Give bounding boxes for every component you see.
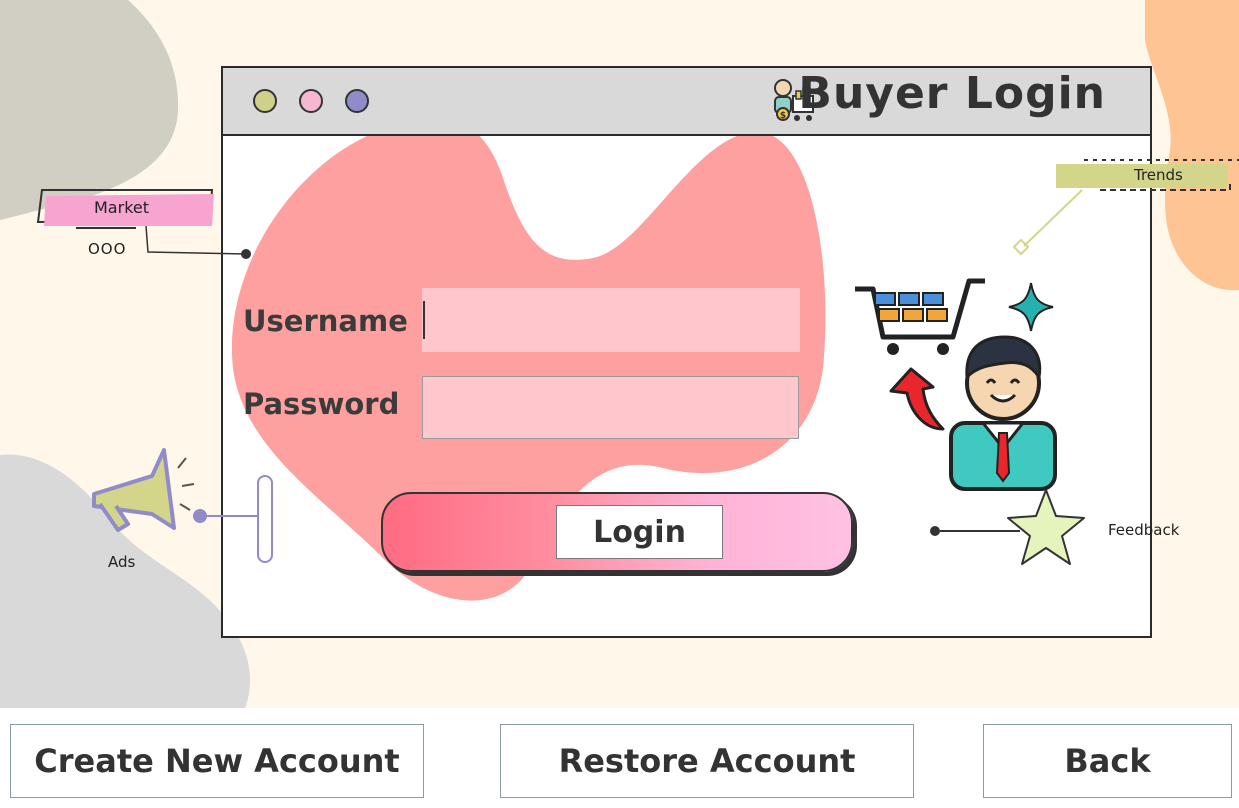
market-dots: OOO [88, 240, 127, 258]
restore-account-button[interactable]: Restore Account [500, 724, 914, 798]
feedback-label: Feedback [1108, 521, 1180, 539]
up-arrow-icon [889, 367, 945, 431]
trends-tag-label: Trends [1134, 166, 1183, 184]
create-new-account-button[interactable]: Create New Account [10, 724, 424, 798]
shopping-cart-icon [855, 278, 985, 355]
text-caret [423, 301, 425, 339]
sparkle-icon [1008, 282, 1054, 332]
ads-label: Ads [108, 553, 136, 571]
shopper-avatar-icon [949, 335, 1057, 491]
username-input[interactable] [422, 288, 800, 352]
login-button[interactable]: Login [556, 505, 723, 559]
window-dot-pink [299, 89, 323, 113]
window-dot-purple [345, 89, 369, 113]
password-label: Password [243, 387, 400, 421]
window-dot-yellow [253, 89, 277, 113]
back-button[interactable]: Back [983, 724, 1232, 798]
svg-text:$: $ [780, 111, 786, 121]
star-icon [930, 489, 1085, 565]
megaphone-icon [92, 448, 273, 563]
shopper-illustration [855, 278, 1057, 491]
market-tag-label: Market [94, 198, 149, 217]
window-title: Buyer Login [798, 68, 1106, 119]
title-bar: $ Buyer Login [223, 68, 1150, 136]
password-input[interactable] [422, 376, 799, 439]
trends-tag-decor [1012, 159, 1239, 256]
username-label: Username [243, 304, 408, 338]
